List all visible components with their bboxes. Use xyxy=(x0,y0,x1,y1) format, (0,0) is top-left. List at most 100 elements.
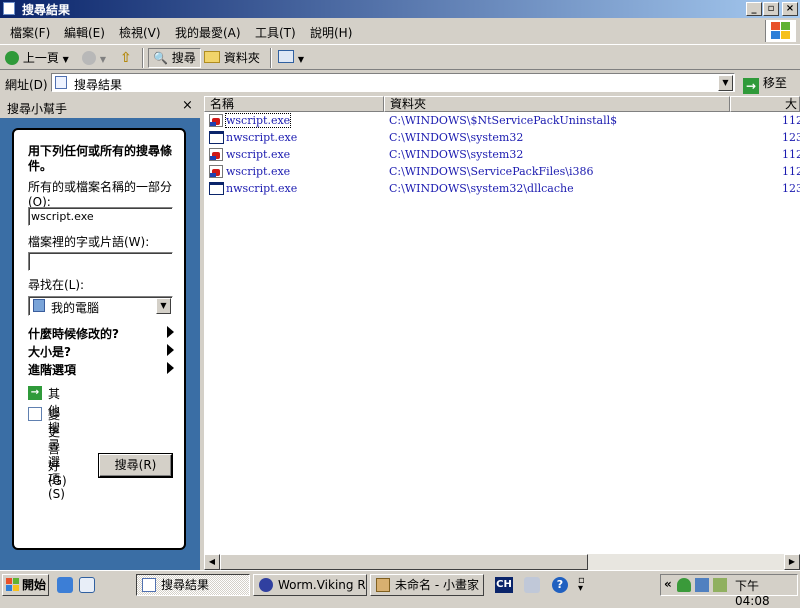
forward-arrow-icon xyxy=(82,51,96,65)
go-button[interactable]: → 移至 xyxy=(743,74,787,94)
forward-button[interactable]: ▼ xyxy=(82,48,106,68)
address-field[interactable]: 搜尋結果 ▼ xyxy=(51,73,735,92)
folders-button[interactable]: 資料夾 xyxy=(204,48,260,68)
table-row[interactable]: wscript.exe C:\WINDOWS\$NtServicePackUni… xyxy=(204,112,800,129)
start-button[interactable]: 開始 xyxy=(2,574,49,596)
computer-tray-icon[interactable] xyxy=(695,578,709,592)
menu-view[interactable]: 檢視(V) xyxy=(119,24,161,41)
file-name: nwscript.exe xyxy=(226,131,298,144)
go-arrow-icon: → xyxy=(743,78,759,94)
menu-help[interactable]: 說明(H) xyxy=(310,24,352,41)
task-label: 未命名 - 小畫家 xyxy=(395,578,479,592)
green-arrow-icon: → xyxy=(28,386,42,400)
results-list: 名稱 資料夾 大 wscript.exe C:\WINDOWS\$NtServi… xyxy=(204,96,800,570)
menu-tools[interactable]: 工具(T) xyxy=(255,24,296,41)
file-folder: C:\WINDOWS\system32 xyxy=(389,131,524,144)
filename-label: 所有的或檔案名稱的一部分(O): xyxy=(28,180,173,209)
table-row[interactable]: nwscript.exe C:\WINDOWS\system32\dllcach… xyxy=(204,180,800,197)
phrase-label: 檔案裡的字或片語(W): xyxy=(28,235,150,249)
size-expander[interactable]: 大小是? xyxy=(28,343,174,359)
search-assistant-pane: 搜尋小幫手 × 用下列任何或所有的搜尋條件。 所有的或檔案名稱的一部分(O): … xyxy=(0,96,200,570)
task-paint[interactable]: 未命名 - 小畫家 xyxy=(370,574,484,596)
ime-options-icon[interactable]: ▫ ▾ xyxy=(578,576,594,594)
start-label: 開始 xyxy=(22,578,47,592)
lookin-label: 尋找在(L): xyxy=(28,278,85,292)
column-header-size[interactable]: 大 xyxy=(730,96,800,112)
filename-input[interactable]: wscript.exe xyxy=(28,207,173,226)
address-dropdown-button[interactable]: ▼ xyxy=(718,75,733,91)
toolbar-separator xyxy=(142,48,144,68)
back-arrow-icon xyxy=(5,51,19,65)
task-label: Worm.Viking R... xyxy=(278,578,367,592)
file-folder: C:\WINDOWS\$NtServicePackUninstall$ xyxy=(389,114,618,127)
scroll-right-icon[interactable]: ▶ xyxy=(784,554,800,570)
pane-header: 搜尋小幫手 × xyxy=(0,96,200,118)
phrase-input[interactable] xyxy=(28,252,173,271)
lookin-select[interactable]: 我的電腦 ▼ xyxy=(28,296,173,316)
pane-close-button[interactable]: × xyxy=(182,98,193,113)
toolbar-separator xyxy=(270,48,272,68)
advanced-options-expander[interactable]: 進階選項 xyxy=(28,361,174,377)
window-title: 搜尋結果 xyxy=(22,3,71,17)
file-size: 112 xyxy=(782,114,800,127)
search-button[interactable]: 🔍 搜尋 xyxy=(148,48,201,68)
menu-edit[interactable]: 編輯(E) xyxy=(64,24,105,41)
search-submit-button[interactable]: 搜尋(R) xyxy=(98,453,173,478)
preferences-icon xyxy=(28,407,42,421)
chevron-right-icon xyxy=(167,326,174,338)
address-label: 網址(D) xyxy=(5,78,48,92)
file-size: 112 xyxy=(782,148,800,161)
task-worm-viking[interactable]: Worm.Viking R... xyxy=(253,574,367,596)
scrollbar-thumb[interactable] xyxy=(220,554,588,570)
menu-favorites[interactable]: 我的最愛(A) xyxy=(175,24,241,41)
file-name: wscript.exe xyxy=(226,165,291,178)
file-size: 123 xyxy=(782,131,800,144)
maximize-button[interactable]: ▫ xyxy=(763,2,779,16)
show-desktop-icon[interactable] xyxy=(79,577,95,593)
file-name: nwscript.exe xyxy=(226,182,298,195)
title-bar: 搜尋結果 _ ▫ × xyxy=(0,0,800,18)
task-search-results[interactable]: 搜尋結果 xyxy=(136,574,250,596)
views-button[interactable]: ▼ xyxy=(278,48,304,68)
folder-icon xyxy=(204,51,220,63)
scroll-left-icon[interactable]: ◀ xyxy=(204,554,220,570)
speaker-tray-icon[interactable] xyxy=(713,578,727,592)
column-header-name[interactable]: 名稱 xyxy=(204,96,384,112)
file-folder: C:\WINDOWS\system32 xyxy=(389,148,524,161)
windows-logo-icon xyxy=(765,20,796,42)
language-indicator[interactable]: CH xyxy=(495,577,513,593)
lookin-value: 我的電腦 xyxy=(51,301,100,315)
close-button[interactable]: × xyxy=(782,2,798,16)
script-file-icon xyxy=(209,114,223,127)
change-preferences-label: 變更喜好(G) xyxy=(48,408,67,488)
ime-icon[interactable] xyxy=(524,577,540,593)
when-modified-expander[interactable]: 什麼時候修改的? xyxy=(28,325,174,341)
table-row[interactable]: wscript.exe C:\WINDOWS\system32 112 xyxy=(204,146,800,163)
internet-explorer-icon[interactable] xyxy=(57,577,73,593)
horizontal-scrollbar[interactable]: ◀ ▶ xyxy=(204,554,800,570)
minimize-button[interactable]: _ xyxy=(746,2,762,16)
file-folder: C:\WINDOWS\system32\dllcache xyxy=(389,182,574,195)
network-tray-icon[interactable] xyxy=(677,578,691,592)
show-hidden-icons-button[interactable]: « xyxy=(664,577,672,591)
menu-file[interactable]: 檔案(F) xyxy=(10,24,50,41)
task-label: 搜尋結果 xyxy=(161,578,210,592)
up-folder-button[interactable]: ⇧ xyxy=(120,48,132,68)
search-icon: 🔍 xyxy=(153,51,168,65)
search-criteria-card: 用下列任何或所有的搜尋條件。 所有的或檔案名稱的一部分(O): wscript.… xyxy=(12,128,186,550)
criteria-heading: 用下列任何或所有的搜尋條件。 xyxy=(28,144,173,173)
column-header-folder[interactable]: 資料夾 xyxy=(384,96,730,112)
address-value: 搜尋結果 xyxy=(74,78,123,92)
table-row[interactable]: wscript.exe C:\WINDOWS\ServicePackFiles\… xyxy=(204,163,800,180)
back-label: 上一頁 xyxy=(22,51,59,65)
file-size: 123 xyxy=(782,182,800,195)
search-label: 搜尋 xyxy=(171,51,196,65)
chevron-down-icon[interactable]: ▼ xyxy=(156,298,171,314)
chevron-down-icon: ▼ xyxy=(297,55,304,64)
my-computer-icon xyxy=(33,299,45,312)
help-icon[interactable]: ? xyxy=(552,577,568,593)
clock[interactable]: 下午 04:08 xyxy=(735,577,797,608)
back-button[interactable]: 上一頁 ▼ xyxy=(5,48,69,68)
table-row[interactable]: nwscript.exe C:\WINDOWS\system32 123 xyxy=(204,129,800,146)
chevron-down-icon: ▼ xyxy=(99,55,106,64)
